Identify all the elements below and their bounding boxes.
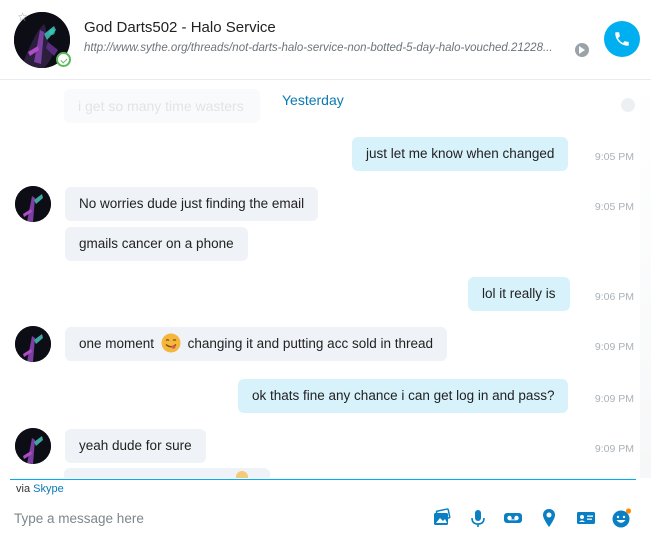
contact-card-icon (577, 512, 595, 524)
outgoing-message[interactable]: just let me know when changed (352, 137, 569, 171)
partial-message (64, 468, 270, 478)
compose-bar (0, 496, 651, 551)
faded-status-icon (621, 98, 635, 112)
incoming-message[interactable]: No worries dude just finding the email (65, 187, 319, 221)
faded-message: i get so many time wasters (64, 89, 260, 123)
message-time: 9:09 PM (594, 443, 634, 455)
compose-divider (10, 479, 636, 480)
message-time: 9:09 PM (594, 393, 634, 405)
expand-mood-icon[interactable] (575, 43, 589, 57)
incoming-message[interactable]: yeah dude for sure (65, 429, 206, 463)
audio-message-button[interactable] (467, 507, 489, 529)
call-button[interactable] (604, 21, 640, 57)
sender-avatar[interactable] (15, 326, 51, 362)
date-separator: Yesterday (282, 92, 344, 108)
send-image-button[interactable] (431, 507, 453, 529)
message-time: 9:05 PM (594, 151, 634, 163)
send-contact-button[interactable] (575, 507, 597, 529)
incoming-message[interactable]: one moment changing it and putting acc s… (65, 327, 447, 361)
send-image-icon (434, 508, 451, 525)
online-status-icon (56, 52, 71, 67)
conversation-header: ☆ God Darts502 - Halo Service http://www… (0, 0, 651, 80)
savoring-food-emoji-icon (161, 333, 181, 353)
message-time: 9:06 PM (594, 291, 634, 303)
outgoing-message[interactable]: lol it really is (468, 277, 570, 311)
emoticon-icon (612, 508, 632, 528)
emoticon-button[interactable] (610, 507, 632, 529)
via-skype-label: via Skype (16, 483, 64, 495)
incoming-message[interactable]: gmails cancer on a phone (65, 227, 248, 261)
contact-mood-link[interactable]: http://www.sythe.org/threads/not-darts-h… (84, 42, 572, 54)
scrollbar[interactable] (640, 81, 651, 478)
sender-avatar[interactable] (15, 428, 51, 464)
message-time: 9:09 PM (594, 341, 634, 353)
send-location-button[interactable] (538, 507, 560, 529)
sender-avatar[interactable] (15, 186, 51, 222)
video-message-icon (504, 513, 522, 523)
video-message-button[interactable] (502, 507, 524, 529)
microphone-icon (471, 510, 485, 527)
contact-name[interactable]: God Darts502 - Halo Service (84, 19, 276, 36)
message-time: 9:05 PM (594, 201, 634, 213)
favorite-star-icon[interactable]: ☆ (16, 11, 29, 24)
phone-icon (615, 32, 629, 46)
message-input[interactable] (14, 508, 414, 528)
outgoing-message[interactable]: ok thats fine any chance i can get log i… (238, 379, 569, 413)
message-list[interactable]: i get so many time wasters Yesterday jus… (0, 81, 651, 478)
location-icon (543, 509, 555, 527)
skype-link[interactable]: Skype (33, 483, 64, 495)
